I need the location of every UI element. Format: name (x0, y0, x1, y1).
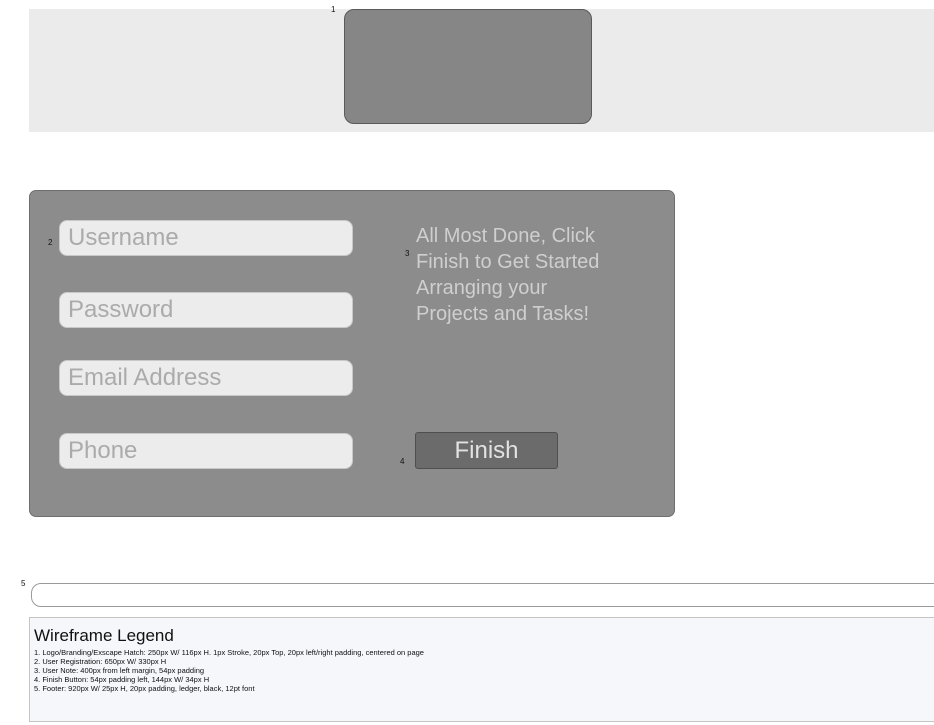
legend-item: 1. Logo/Branding/Exscape Hatch: 250px W/… (34, 648, 424, 657)
phone-field[interactable] (59, 433, 353, 469)
legend-list: 1. Logo/Branding/Exscape Hatch: 250px W/… (34, 648, 934, 693)
username-field[interactable] (59, 220, 353, 256)
legend-item: 4. Finish Button: 54px padding left, 144… (34, 675, 210, 684)
annotation-marker-5: 5 (21, 579, 26, 588)
legend-item: 2. User Registration: 650px W/ 330px H (34, 657, 167, 666)
password-field[interactable] (59, 292, 353, 328)
finish-button[interactable]: Finish (415, 432, 558, 469)
legend-item: 5. Footer: 920px W/ 25px H, 20px padding… (34, 684, 255, 693)
logo-branding-hatch[interactable] (344, 9, 592, 124)
footer-bar (31, 583, 934, 607)
user-note: All Most Done, Click Finish to Get Start… (416, 225, 600, 325)
annotation-marker-2: 2 (48, 238, 53, 247)
annotation-marker-3: 3 (405, 249, 410, 258)
email-field[interactable] (59, 360, 353, 396)
annotation-marker-4: 4 (400, 457, 405, 466)
wireframe-legend: Wireframe Legend 1. Logo/Branding/Exscap… (29, 617, 934, 722)
annotation-marker-1: 1 (331, 5, 336, 14)
legend-item: 3. User Note: 400px from left margin, 54… (34, 666, 205, 675)
legend-title: Wireframe Legend (34, 626, 174, 645)
